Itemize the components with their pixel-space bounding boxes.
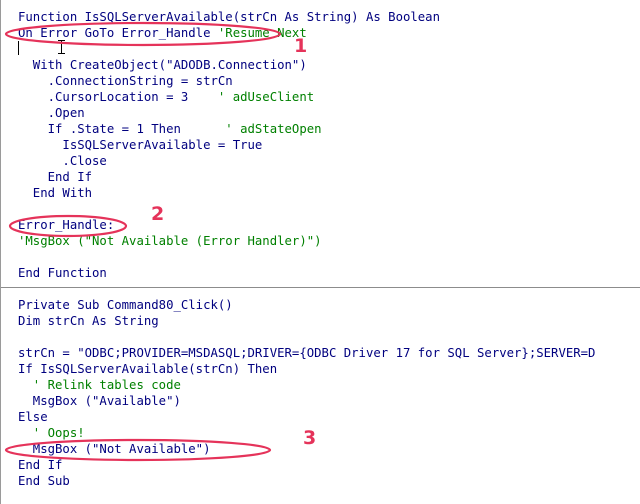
code-line[interactable]: strCn = "ODBC;PROVIDER=MSDASQL;DRIVER={O… [1, 345, 595, 361]
code-text: End If [18, 170, 93, 184]
procedure-separator [1, 287, 640, 288]
code-text: .CursorLocation = 3 [18, 90, 218, 104]
code-comment: ' Relink tables code [18, 378, 181, 392]
code-text: End Function [18, 266, 107, 280]
code-line[interactable]: If .State = 1 Then ' adStateOpen [1, 121, 440, 137]
code-text: .Open [18, 106, 85, 120]
code-text: If .State = 1 Then [18, 122, 226, 136]
code-line[interactable]: .Open [1, 105, 440, 121]
code-line[interactable]: Dim strCn As String [1, 313, 595, 329]
code-line[interactable]: ' Relink tables code [1, 377, 595, 393]
code-text: MsgBox ("Available") [18, 394, 181, 408]
code-line[interactable]: ' Oops! [1, 425, 595, 441]
code-line[interactable] [1, 201, 440, 217]
code-text: Dim strCn As String [18, 314, 159, 328]
code-line[interactable]: Error_Handle: [1, 217, 440, 233]
code-text: Error_Handle: [18, 218, 115, 232]
code-line[interactable]: 'MsgBox ("Not Available (Error Handler)"… [1, 233, 440, 249]
code-text: Else [18, 410, 48, 424]
code-line[interactable]: .Close [1, 153, 440, 169]
code-line[interactable]: MsgBox ("Available") [1, 393, 595, 409]
callout-number-1: 1 [294, 35, 308, 57]
code-line[interactable]: Function IsSQLServerAvailable(strCn As S… [1, 9, 440, 25]
code-line[interactable]: .ConnectionString = strCn [1, 73, 440, 89]
code-comment: ' Oops! [18, 426, 85, 440]
text-cursor [18, 41, 19, 55]
code-text: Private Sub Command80_Click() [18, 298, 233, 312]
code-line[interactable]: Private Sub Command80_Click() [1, 297, 595, 313]
code-line[interactable]: On Error GoTo Error_Handle 'Resume Next [1, 25, 440, 41]
code-text: IsSQLServerAvailable = True [18, 138, 263, 152]
code-text: MsgBox ("Not Available") [18, 442, 211, 456]
callout-number-3: 3 [303, 427, 317, 449]
code-line[interactable]: .CursorLocation = 3 ' adUseClient [1, 89, 440, 105]
code-text: With CreateObject("ADODB.Connection") [18, 58, 307, 72]
code-lines: Function IsSQLServerAvailable(strCn As S… [1, 9, 440, 281]
code-line[interactable]: IsSQLServerAvailable = True [1, 137, 440, 153]
code-line[interactable]: End If [1, 457, 595, 473]
code-text: .Close [18, 154, 107, 168]
code-editor[interactable]: Function IsSQLServerAvailable(strCn As S… [0, 0, 640, 504]
sub-code-pane[interactable]: Private Sub Command80_Click() Dim strCn A… [1, 290, 640, 504]
code-line[interactable]: Else [1, 409, 595, 425]
code-text: Function IsSQLServerAvailable(strCn As S… [18, 10, 440, 24]
code-comment: ' adUseClient [217, 90, 315, 104]
code-line[interactable]: If IsSQLServerAvailable(strCn) Then [1, 361, 595, 377]
code-line[interactable]: End Function [1, 265, 440, 281]
function-code-pane[interactable]: Function IsSQLServerAvailable(strCn As S… [1, 0, 640, 288]
callout-number-2: 2 [151, 203, 165, 225]
code-text: On Error GoTo Error_Handle [18, 26, 218, 40]
code-line[interactable]: End Sub [1, 473, 595, 489]
code-text: End With [18, 186, 93, 200]
code-lines: Private Sub Command80_Click() Dim strCn A… [1, 297, 595, 489]
code-text: End If [18, 458, 63, 472]
code-text: .ConnectionString = strCn [18, 74, 233, 88]
mouse-ibeam-icon [58, 40, 65, 54]
code-text: strCn = "ODBC;PROVIDER=MSDASQL;DRIVER={O… [18, 346, 596, 360]
code-line[interactable]: MsgBox ("Not Available") [1, 441, 595, 457]
code-comment: 'MsgBox ("Not Available (Error Handler)"… [18, 234, 322, 248]
code-line[interactable]: End With [1, 185, 440, 201]
code-text: End Sub [18, 474, 70, 488]
code-line[interactable]: With CreateObject("ADODB.Connection") [1, 57, 440, 73]
code-line[interactable] [1, 41, 440, 57]
code-line[interactable] [1, 329, 595, 345]
code-line[interactable] [1, 249, 440, 265]
code-comment: ' adStateOpen [225, 122, 322, 136]
code-text: If IsSQLServerAvailable(strCn) Then [18, 362, 278, 376]
code-line[interactable]: End If [1, 169, 440, 185]
